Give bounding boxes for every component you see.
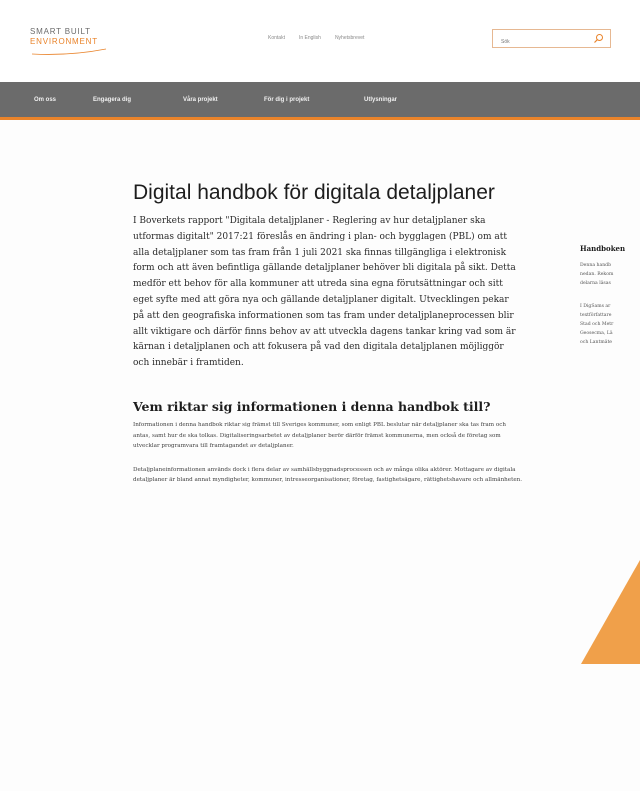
nav-item-utlysningar[interactable]: Utlysningar (364, 97, 397, 103)
decorative-triangle (581, 560, 640, 664)
top-link-newsletter[interactable]: Nyhetsbrevet (335, 35, 364, 41)
search-icon[interactable] (593, 33, 604, 44)
body-paragraph-1: Informationen i denna handbok riktar sig… (133, 421, 506, 450)
body-paragraph-2: Detaljplaneinformationen används dock i … (133, 466, 523, 484)
sidebar-title: Handboken (580, 244, 626, 253)
nav-item-for-dig-i-projekt[interactable]: För dig i projekt (264, 97, 309, 103)
search-input[interactable] (493, 33, 591, 51)
sidebar: Handboken Denna handb nedan. Rekom delar… (580, 244, 640, 347)
section-heading: Vem riktar sig informationen i denna han… (133, 398, 491, 414)
sidebar-text-1: Denna handb nedan. Rekom delarna läsas (580, 263, 614, 286)
logo-text-line1: SMART BUILT (30, 27, 91, 36)
top-link-kontakt[interactable]: Kontakt (268, 35, 285, 41)
nav-item-om-oss[interactable]: Om oss (34, 97, 56, 103)
top-link-english[interactable]: In English (299, 35, 321, 41)
nav-active-indicator (205, 117, 213, 120)
page: SMART BUILT ENVIRONMENT Kontakt In Engli… (0, 0, 640, 791)
main-content: Digital handbok för digitala detaljplane… (133, 180, 523, 486)
main-nav: Om oss Engagera dig Våra projekt För dig… (0, 82, 640, 120)
search-box (492, 29, 611, 51)
nav-item-engagera-dig[interactable]: Engagera dig (93, 97, 131, 103)
logo-swoosh-icon (31, 48, 107, 55)
lead-paragraph: I Boverkets rapport "Digitala detaljplan… (133, 216, 516, 369)
sidebar-text-2: I DigSams ar textförfattare Stad och Met… (580, 304, 614, 345)
logo-text-line2: ENVIRONMENT (30, 37, 98, 46)
top-links: Kontakt In English Nyhetsbrevet (268, 35, 364, 41)
nav-item-vara-projekt[interactable]: Våra projekt (183, 97, 218, 103)
page-title: Digital handbok för digitala detaljplane… (133, 181, 495, 204)
site-logo[interactable]: SMART BUILT ENVIRONMENT (30, 27, 120, 63)
site-header: SMART BUILT ENVIRONMENT Kontakt In Engli… (0, 0, 640, 82)
